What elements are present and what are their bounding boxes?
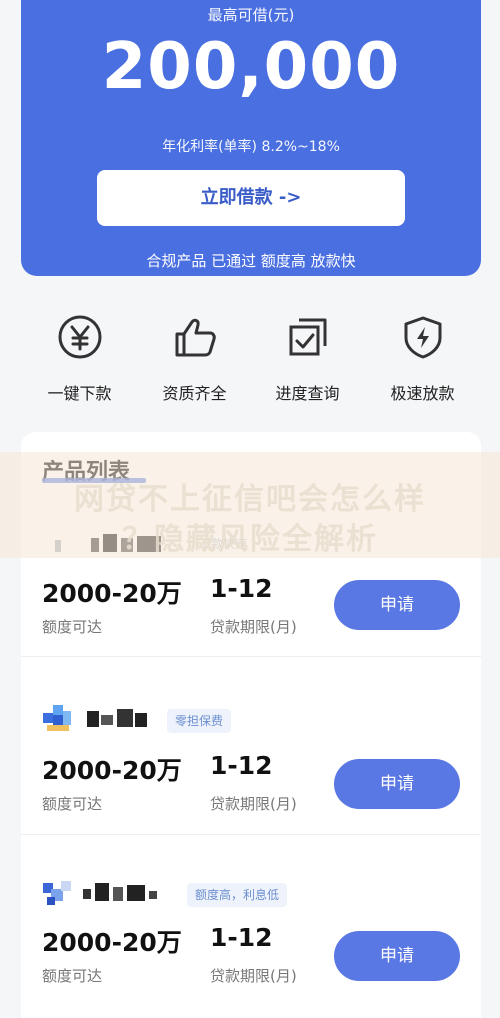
product-name-pixelated xyxy=(91,534,171,552)
annual-rate-text: 年化利率(单率) 8.2%~18% xyxy=(162,139,340,155)
product-item: 下款快速 2000-20万 额度可达 1-12 贷款期限(月) 申请 xyxy=(21,518,481,654)
feature-label: 一键下款 xyxy=(47,384,112,403)
apply-button[interactable]: 申请 xyxy=(334,580,460,630)
product-tag: 零担保费 xyxy=(167,709,232,733)
loan-range: 2000-20万 xyxy=(42,579,182,608)
feature-label: 资质齐全 xyxy=(162,384,227,403)
feature-row: 一键下款 资质齐全 进度查询 极速放款 xyxy=(0,300,500,410)
apply-button[interactable]: 申请 xyxy=(334,759,460,809)
max-loan-amount: 200,000 xyxy=(101,30,401,104)
feature-fast-loan[interactable]: 极速放款 xyxy=(365,314,480,404)
loan-term: 1-12 xyxy=(210,574,273,603)
feature-one-click[interactable]: 一键下款 xyxy=(22,314,137,404)
max-loan-label: 最高可借(元) xyxy=(207,6,295,24)
thumbs-up-icon xyxy=(175,318,216,357)
product-item: 零担保费 2000-20万 额度可达 1-12 贷款期限(月) 申请 xyxy=(21,656,481,834)
apply-button[interactable]: 申请 xyxy=(334,931,460,981)
loan-term: 1-12 xyxy=(210,751,273,780)
feature-qualified[interactable]: 资质齐全 xyxy=(137,314,252,404)
loan-term-label: 贷款期限(月) xyxy=(210,967,297,985)
feature-progress[interactable]: 进度查询 xyxy=(250,314,365,404)
loan-term-label: 贷款期限(月) xyxy=(210,795,297,813)
feature-label: 极速放款 xyxy=(390,384,455,403)
product-logo xyxy=(43,705,73,731)
hero-banner: 最高可借(元) 200,000 年化利率(单率) 8.2%~18% 立即借款 -… xyxy=(21,0,481,276)
product-tag: 额度高，利息低 xyxy=(187,883,288,907)
hero-tagline: 合规产品 已通过 额度高 放款快 xyxy=(146,252,356,270)
product-name-pixelated xyxy=(83,883,163,901)
feature-label: 进度查询 xyxy=(275,384,340,403)
borrow-now-button[interactable]: 立即借款 -> xyxy=(97,170,405,226)
loan-range: 2000-20万 xyxy=(42,756,182,785)
product-name-pixelated xyxy=(87,709,167,727)
title-underline xyxy=(42,478,146,483)
loan-range-label: 额度可达 xyxy=(42,618,103,636)
loan-range: 2000-20万 xyxy=(42,928,182,957)
product-item: 额度高，利息低 2000-20万 额度可达 1-12 贷款期限(月) 申请 xyxy=(21,834,481,1012)
checkbox-copy-icon xyxy=(289,318,326,356)
loan-range-label: 额度可达 xyxy=(42,967,103,985)
product-logo xyxy=(43,879,73,905)
product-list-card: 产品列表 下款快速 2000-20万 额度可达 1-12 贷款期限(月) 申请 xyxy=(21,432,481,1018)
loan-term-label: 贷款期限(月) xyxy=(210,618,297,636)
shield-lightning-icon xyxy=(404,316,441,359)
yen-icon xyxy=(58,315,101,359)
product-logo xyxy=(43,532,73,558)
product-tag: 下款快速 xyxy=(199,537,248,551)
loan-term: 1-12 xyxy=(210,923,273,952)
loan-range-label: 额度可达 xyxy=(42,795,103,813)
